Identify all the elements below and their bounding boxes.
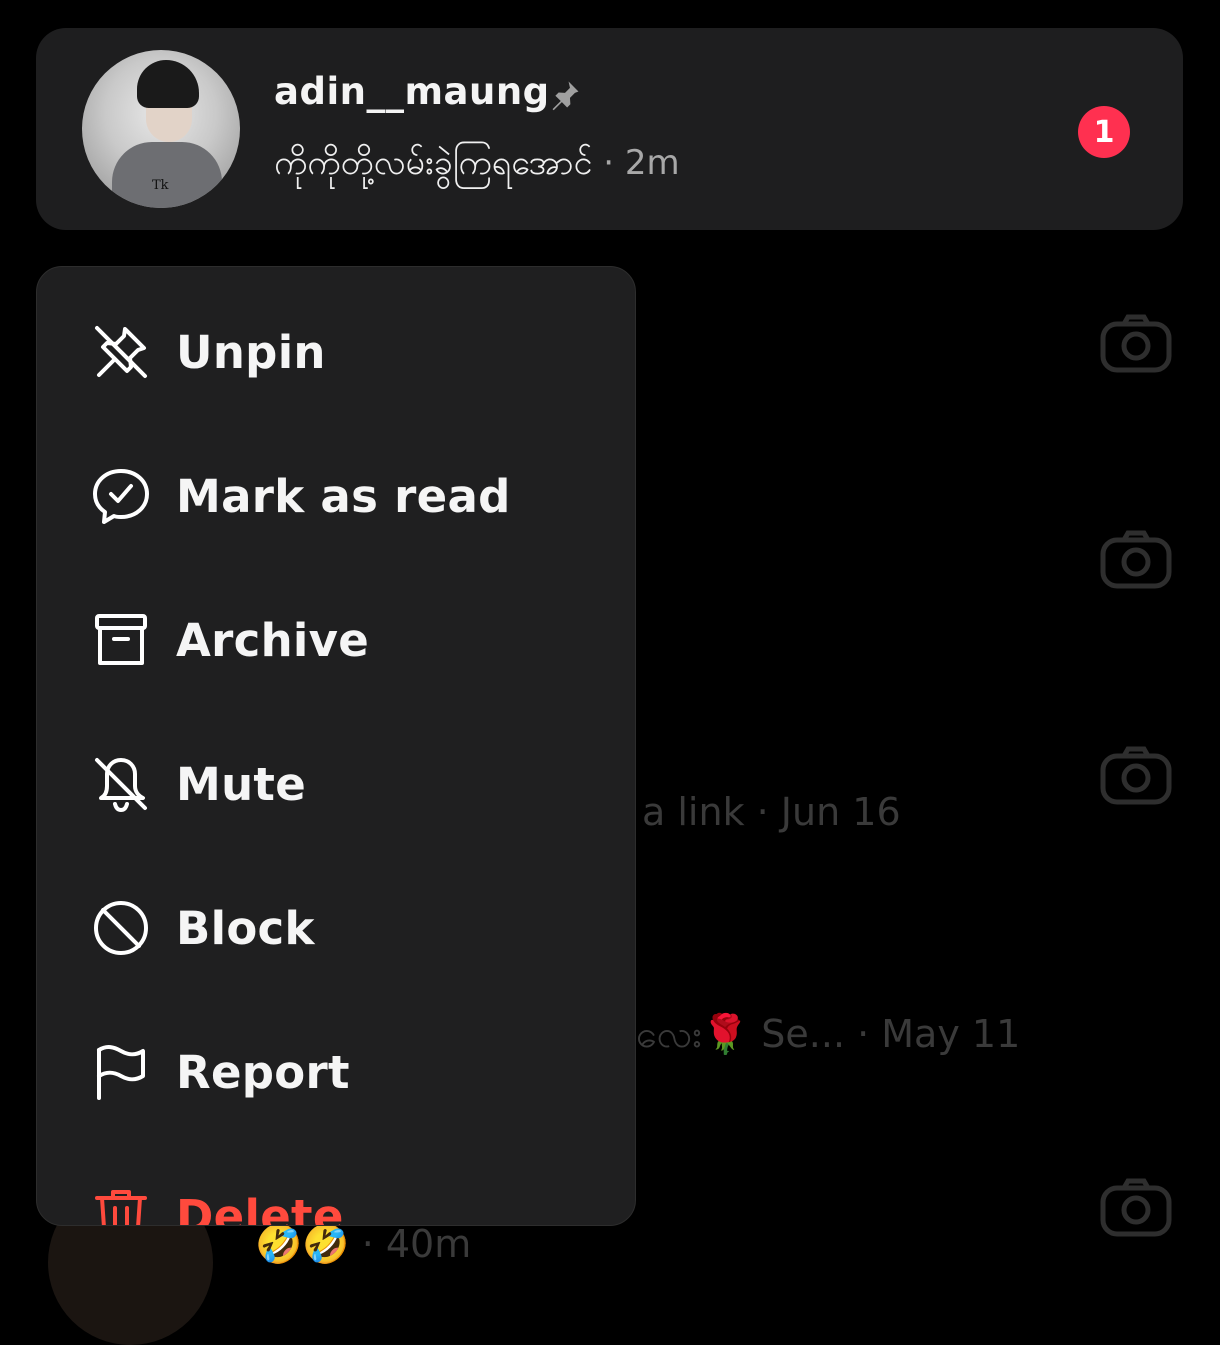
message-preview: ကိုကိုတို့လမ်းခွဲကြရအောင် · 2m <box>274 143 680 183</box>
thread-context-menu: Unpin Mark as read Archive Mute Block Re… <box>36 266 636 1226</box>
menu-item-archive[interactable]: Archive <box>37 580 635 700</box>
block-icon <box>94 901 148 955</box>
camera-icon[interactable] <box>1100 1178 1172 1238</box>
trash-icon <box>95 1190 147 1225</box>
message-time: 2m <box>624 143 680 183</box>
unpin-icon <box>95 326 147 378</box>
flag-icon <box>97 1045 145 1100</box>
separator: · <box>603 143 615 183</box>
bell-off-icon <box>95 758 147 812</box>
menu-item-unpin[interactable]: Unpin <box>37 292 635 412</box>
camera-icon[interactable] <box>1100 746 1172 806</box>
avatar[interactable]: Tk <box>82 50 240 208</box>
thread-preview: လေး🌹 Se... · May 11 <box>636 1012 1021 1056</box>
pinned-thread-row[interactable]: Tk adin__maung ကိုကိုတို့လမ်းခွဲကြရအောင်… <box>36 28 1183 230</box>
camera-icon[interactable] <box>1100 530 1172 590</box>
pin-icon <box>552 81 579 111</box>
thread-preview: 🤣🤣 · 40m <box>255 1222 472 1266</box>
thread-username: adin__maung <box>274 70 550 113</box>
unread-badge: 1 <box>1078 106 1130 158</box>
menu-item-report[interactable]: Report <box>37 1012 635 1132</box>
archive-icon <box>95 614 147 665</box>
menu-item-delete[interactable]: Delete <box>37 1156 635 1225</box>
menu-item-mark-as-read[interactable]: Mark as read <box>37 436 635 556</box>
mark-read-icon <box>93 469 149 524</box>
thread-preview: a link · Jun 16 <box>642 790 901 834</box>
menu-item-block[interactable]: Block <box>37 868 635 988</box>
camera-icon[interactable] <box>1100 314 1172 374</box>
menu-item-mute[interactable]: Mute <box>37 724 635 844</box>
